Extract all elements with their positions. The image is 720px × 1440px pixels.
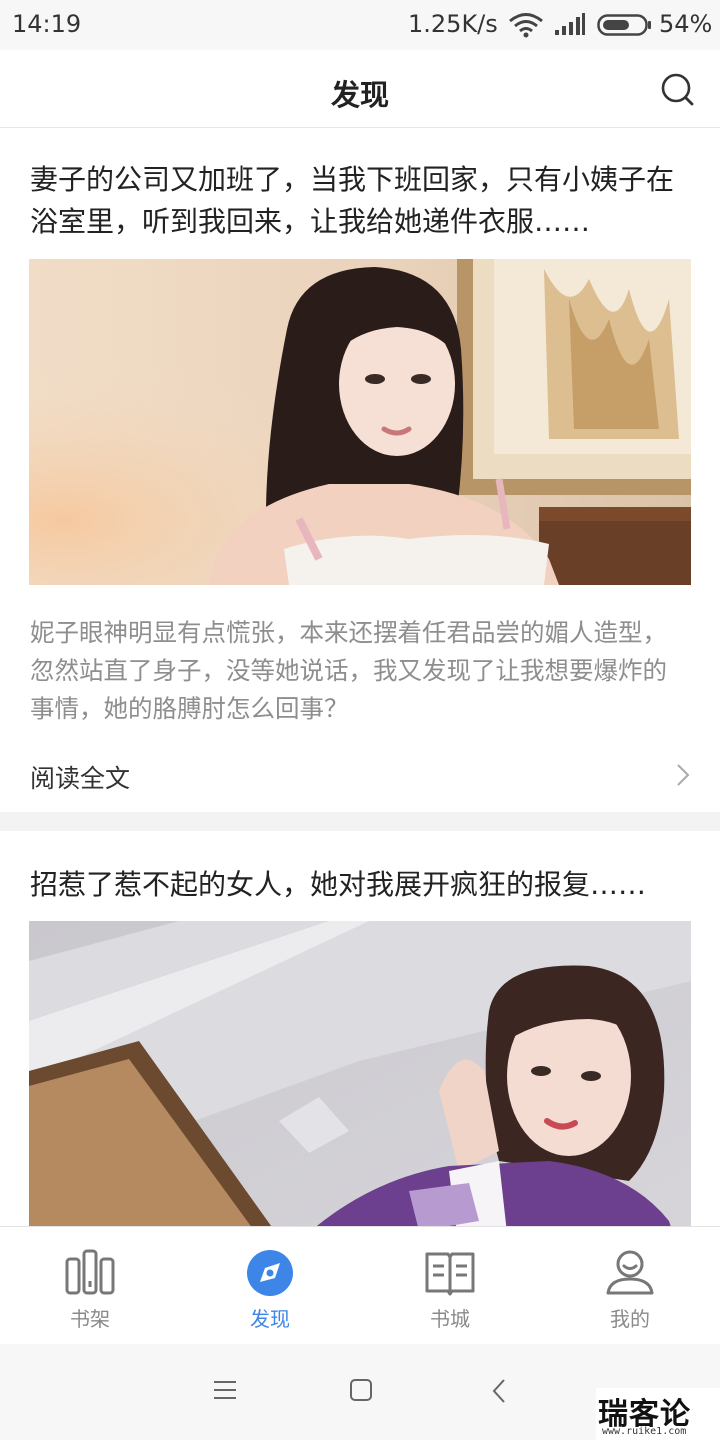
home-icon[interactable] [349,1378,373,1402]
battery-percent: 54% [659,10,713,38]
tab-bookshelf[interactable]: 书架 [0,1227,180,1345]
article-title[interactable]: 招惹了惹不起的女人，她对我展开疯狂的报复…… [30,864,690,906]
forum-watermark: 瑞客论坛 www.ruike1.com [596,1388,720,1440]
status-net-speed: 1.25K/s [408,10,498,38]
back-icon[interactable] [490,1378,508,1404]
signal-icon [555,13,585,35]
tab-discover[interactable]: 发现 [180,1227,360,1345]
compass-icon [247,1250,293,1296]
chevron-right-icon [677,764,690,786]
tab-bookstore-label: 书城 [430,1307,470,1331]
tab-profile[interactable]: 我的 [540,1227,720,1345]
bookshelf-icon [65,1249,115,1295]
article-title[interactable]: 妻子的公司又加班了，当我下班回家，只有小姨子在浴室里，听到我回来，让我给她递件衣… [30,159,690,243]
article-excerpt: 妮子眼神明显有点慌张，本来还摆着任君品尝的媚人造型，忽然站直了身子，没等她说话，… [30,618,667,723]
status-bar: 14:19 1.25K/s 54% [0,0,720,50]
bottom-tab-bar: 书架 发现 书城 我的 [0,1226,720,1344]
article-card[interactable]: 招惹了惹不起的女人，她对我展开疯狂的报复…… [0,831,720,1226]
tab-profile-label: 我的 [610,1307,650,1331]
tab-bookstore[interactable]: 书城 [360,1227,540,1345]
discover-feed[interactable]: 妻子的公司又加班了，当我下班回家，只有小姨子在浴室里，听到我回来，让我给她递件衣… [0,129,720,1226]
tab-discover-label: 发现 [250,1307,290,1331]
read-full-article-label: 阅读全文 [30,764,131,793]
read-full-article-row[interactable]: 阅读全文 [0,741,720,811]
top-header: 发现 [0,50,720,128]
status-time: 14:19 [12,10,82,38]
book-icon [425,1252,475,1296]
watermark-url: www.ruike1.com [602,1426,687,1437]
article-cover-image[interactable] [29,921,691,1226]
wifi-icon [509,13,543,38]
battery-icon [597,14,651,36]
article-card[interactable]: 妻子的公司又加班了，当我下班回家，只有小姨子在浴室里，听到我回来，让我给她递件衣… [0,129,720,812]
page-title: 发现 [330,78,389,112]
tab-bookshelf-label: 书架 [70,1307,110,1331]
user-icon [606,1250,654,1295]
search-icon[interactable] [660,72,694,106]
article-cover-image[interactable] [29,259,691,585]
menu-icon[interactable] [213,1378,237,1402]
